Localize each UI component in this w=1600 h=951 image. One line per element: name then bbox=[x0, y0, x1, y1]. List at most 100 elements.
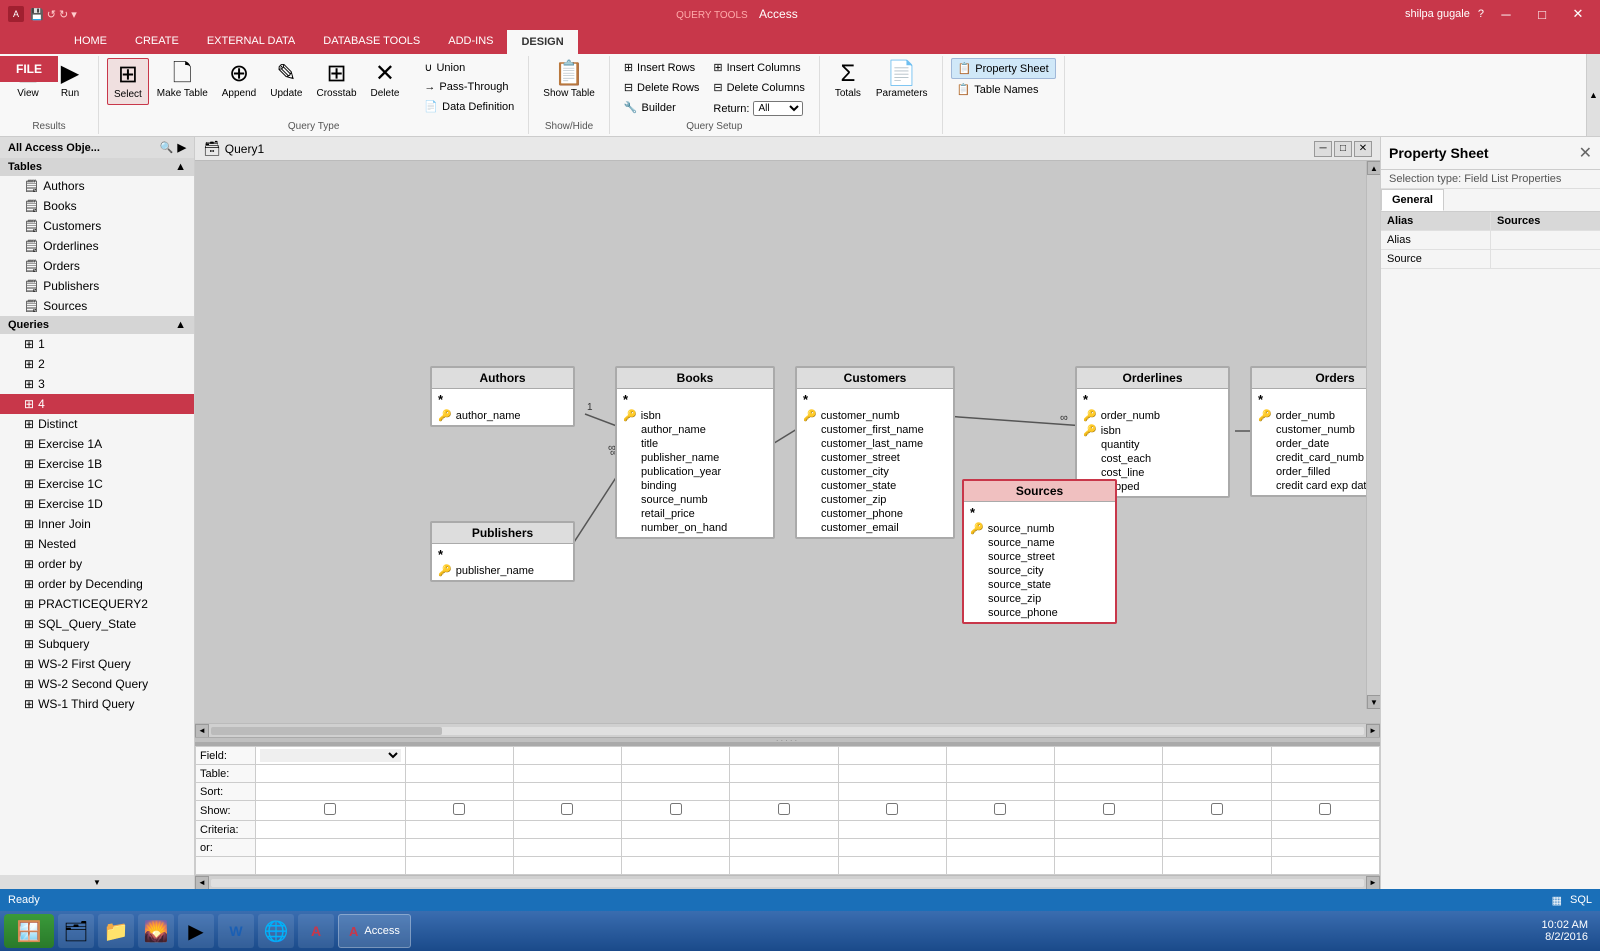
delete-btn[interactable]: ✕ Delete bbox=[365, 58, 406, 103]
show-cb-3[interactable] bbox=[561, 803, 573, 815]
sort-cell-2[interactable] bbox=[405, 783, 513, 801]
start-btn[interactable]: 🪟 bbox=[4, 914, 54, 948]
extra1-5[interactable] bbox=[730, 857, 838, 875]
show-cb-5[interactable] bbox=[778, 803, 790, 815]
extra1-7[interactable] bbox=[946, 857, 1054, 875]
nav-item-sqlstate[interactable]: ⊞SQL_Query_State bbox=[0, 614, 194, 634]
update-btn[interactable]: ✎ Update bbox=[264, 58, 308, 103]
tab-home[interactable]: HOME bbox=[60, 28, 121, 54]
nav-item-practiceq2[interactable]: ⊞PRACTICEQUERY2 bbox=[0, 594, 194, 614]
field-cell-5[interactable] bbox=[730, 747, 838, 765]
table-cell-3[interactable] bbox=[513, 765, 621, 783]
scroll-down-btn[interactable]: ▼ bbox=[1367, 695, 1380, 709]
extra1-9[interactable] bbox=[1163, 857, 1271, 875]
help-btn[interactable]: ? bbox=[1478, 8, 1484, 20]
scroll-up-btn[interactable]: ▲ bbox=[1367, 161, 1380, 175]
nav-chevron-icon[interactable]: ▶ bbox=[178, 141, 186, 154]
show-cell-9[interactable] bbox=[1163, 801, 1271, 821]
or-cell-8[interactable] bbox=[1055, 839, 1163, 857]
show-cell-7[interactable] bbox=[946, 801, 1054, 821]
criteria-cell-8[interactable] bbox=[1055, 821, 1163, 839]
schema-vscroll[interactable]: ▲ ▼ bbox=[1366, 161, 1380, 709]
nav-item-authors[interactable]: 🗒Authors bbox=[0, 176, 194, 196]
ribbon-collapse-btn[interactable]: ▲ bbox=[1586, 54, 1600, 136]
minimize-btn[interactable]: ─ bbox=[1492, 4, 1520, 24]
field-cell-6[interactable] bbox=[838, 747, 946, 765]
sort-cell-10[interactable] bbox=[1271, 783, 1379, 801]
close-btn[interactable]: ✕ bbox=[1564, 4, 1592, 24]
field-cell-10[interactable] bbox=[1271, 747, 1379, 765]
sort-cell-1[interactable] bbox=[256, 783, 406, 801]
nav-item-ex1d[interactable]: ⊞Exercise 1D bbox=[0, 494, 194, 514]
nav-tables-header[interactable]: Tables ▲ bbox=[0, 158, 194, 176]
criteria-cell-3[interactable] bbox=[513, 821, 621, 839]
restore-btn[interactable]: □ bbox=[1528, 4, 1556, 24]
field-cell-3[interactable] bbox=[513, 747, 621, 765]
criteria-cell-10[interactable] bbox=[1271, 821, 1379, 839]
scroll-right-btn[interactable]: ► bbox=[1366, 724, 1380, 738]
grid-scroll-right[interactable]: ► bbox=[1366, 876, 1380, 890]
sort-cell-7[interactable] bbox=[946, 783, 1054, 801]
grid-hscroll[interactable]: ◄ ► bbox=[195, 875, 1380, 889]
grid-scroll[interactable]: Field: bbox=[195, 746, 1380, 875]
show-table-btn[interactable]: 📋 Show Table bbox=[537, 58, 601, 103]
ps-tab-general[interactable]: General bbox=[1381, 189, 1444, 211]
field-cell-1[interactable] bbox=[256, 747, 406, 765]
show-cb-8[interactable] bbox=[1103, 803, 1115, 815]
or-cell-6[interactable] bbox=[838, 839, 946, 857]
totals-btn[interactable]: Σ Totals bbox=[828, 58, 868, 103]
nav-item-q4[interactable]: ⊞4 bbox=[0, 394, 194, 414]
delete-rows-btn[interactable]: ⊟ Delete Rows bbox=[618, 78, 706, 97]
show-cell-4[interactable] bbox=[622, 801, 730, 821]
nav-item-orderby-dec[interactable]: ⊞order by Decending bbox=[0, 574, 194, 594]
taskbar-word-icon[interactable]: W bbox=[218, 914, 254, 948]
show-cell-3[interactable] bbox=[513, 801, 621, 821]
make-table-btn[interactable]: 🗋 Make Table bbox=[151, 58, 214, 103]
taskbar-access-icon[interactable]: A bbox=[298, 914, 334, 948]
table-cell-2[interactable] bbox=[405, 765, 513, 783]
tab-db-tools[interactable]: DATABASE TOOLS bbox=[309, 28, 434, 54]
nav-item-publishers[interactable]: 🗒Publishers bbox=[0, 276, 194, 296]
table-cell-10[interactable] bbox=[1271, 765, 1379, 783]
nav-item-q1[interactable]: ⊞1 bbox=[0, 334, 194, 354]
extra1-10[interactable] bbox=[1271, 857, 1379, 875]
or-cell-7[interactable] bbox=[946, 839, 1054, 857]
pass-through-btn[interactable]: → Pass-Through bbox=[418, 78, 520, 96]
taskbar-chrome-icon[interactable]: 🌐 bbox=[258, 914, 294, 948]
nav-item-distinct[interactable]: ⊞Distinct bbox=[0, 414, 194, 434]
nav-item-customers[interactable]: 🗒Customers bbox=[0, 216, 194, 236]
criteria-cell-5[interactable] bbox=[730, 821, 838, 839]
tab-addins[interactable]: ADD-INS bbox=[434, 28, 507, 54]
builder-btn[interactable]: 🔧 Builder bbox=[618, 98, 706, 117]
tab-external[interactable]: EXTERNAL DATA bbox=[193, 28, 309, 54]
criteria-cell-2[interactable] bbox=[405, 821, 513, 839]
nav-item-q2[interactable]: ⊞2 bbox=[0, 354, 194, 374]
extra1-6[interactable] bbox=[838, 857, 946, 875]
or-cell-3[interactable] bbox=[513, 839, 621, 857]
table-cell-8[interactable] bbox=[1055, 765, 1163, 783]
extra1-8[interactable] bbox=[1055, 857, 1163, 875]
field-cell-2[interactable] bbox=[405, 747, 513, 765]
or-cell-2[interactable] bbox=[405, 839, 513, 857]
nav-item-ws2second[interactable]: ⊞WS-2 Second Query bbox=[0, 674, 194, 694]
taskbar-files-icon[interactable]: 📁 bbox=[98, 914, 134, 948]
property-sheet-btn[interactable]: 📋 Property Sheet bbox=[951, 58, 1056, 79]
nav-item-sources[interactable]: 🗒Sources bbox=[0, 296, 194, 316]
criteria-cell-7[interactable] bbox=[946, 821, 1054, 839]
tab-create[interactable]: CREATE bbox=[121, 28, 193, 54]
grid-scroll-left[interactable]: ◄ bbox=[195, 876, 209, 890]
sort-cell-4[interactable] bbox=[622, 783, 730, 801]
taskbar-photo-icon[interactable]: 🌄 bbox=[138, 914, 174, 948]
insert-cols-btn[interactable]: ⊞ Insert Columns bbox=[707, 58, 810, 77]
extra1-3[interactable] bbox=[513, 857, 621, 875]
nav-item-ex1c[interactable]: ⊞Exercise 1C bbox=[0, 474, 194, 494]
nav-item-ws1third[interactable]: ⊞WS-1 Third Query bbox=[0, 694, 194, 714]
ps-source-value[interactable] bbox=[1491, 250, 1600, 268]
nav-item-orderlines[interactable]: 🗒Orderlines bbox=[0, 236, 194, 256]
field-cell-8[interactable] bbox=[1055, 747, 1163, 765]
show-cell-10[interactable] bbox=[1271, 801, 1379, 821]
nav-item-orders[interactable]: 🗒Orders bbox=[0, 256, 194, 276]
sort-cell-5[interactable] bbox=[730, 783, 838, 801]
or-cell-10[interactable] bbox=[1271, 839, 1379, 857]
nav-item-books[interactable]: 🗒Books bbox=[0, 196, 194, 216]
